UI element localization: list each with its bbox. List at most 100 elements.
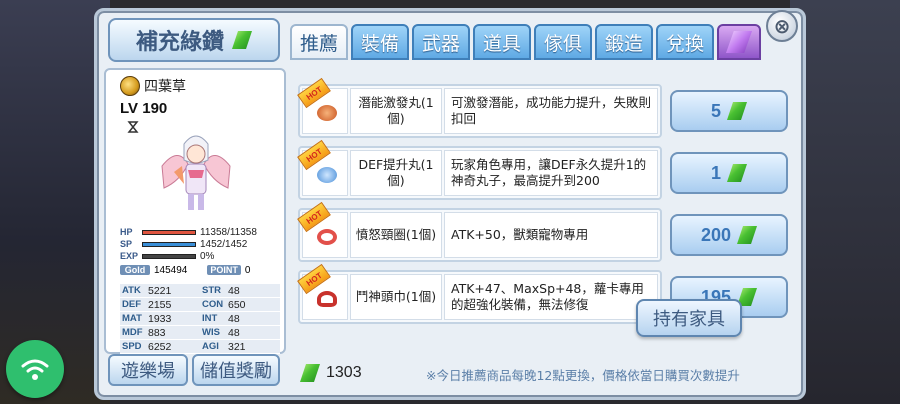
recharge-reward-button[interactable]: 儲值獎勵 — [192, 354, 280, 386]
character-level: LV 190 — [120, 100, 168, 117]
stat-value: 321 — [228, 340, 246, 353]
sp-value: 1452/1452 — [200, 238, 248, 250]
sp-label: SP — [120, 239, 133, 249]
gold-row: Gold 145494 POINT 0 — [120, 263, 282, 277]
stat-key: AGI — [202, 341, 219, 352]
character-name: 四葉草 — [144, 79, 186, 95]
product-row[interactable]: HOT DEF提升丸(1個) 玩家角色專用，讓DEF永久提升1的神奇丸子，最高提… — [297, 139, 662, 200]
hp-label: HP — [120, 227, 133, 237]
product-icon-cell: HOT — [297, 201, 348, 258]
hp-bar — [142, 229, 196, 235]
character-header: 四葉草 — [120, 76, 186, 96]
price-value: 200 — [700, 224, 732, 245]
def-pill-icon — [317, 167, 337, 183]
tab-label: 道具 — [482, 32, 521, 55]
product-row[interactable]: HOT 憤怒頸圈(1個) ATK+50，獸類寵物專用 — [297, 201, 662, 262]
owned-furniture-button[interactable]: 持有家具 — [636, 299, 742, 337]
refill-label: 補充綠鑽 — [135, 29, 224, 55]
tab-label: 鍛造 — [604, 32, 643, 55]
point-label: POINT — [207, 265, 241, 275]
stat-mdf: MDF 883 — [120, 326, 200, 340]
refresh-notice: ※今日推薦商品每晚12點更換，價格依當日購買次數提升 — [426, 368, 740, 383]
stat-str: STR 48 — [200, 284, 280, 298]
tab-equipment[interactable]: 裝備 — [351, 24, 409, 60]
price-value: 5 — [710, 100, 721, 121]
product-icon-cell: HOT — [297, 77, 348, 134]
product-description: ATK+47、MaxSp+48，蘿卡專用的超強化裝備，無法修復 — [444, 274, 658, 320]
product-row[interactable]: HOT 潛能激發丸(1個) 可激發潛能，成功能力提升，失敗則扣回 — [297, 77, 662, 138]
product-description: 可激發潛能，成功能力提升，失敗則扣回 — [444, 88, 658, 134]
balance-value: 1303 — [326, 364, 362, 381]
stat-wis: WIS 48 — [200, 326, 280, 340]
stat-value: 48 — [228, 326, 240, 339]
gem-balance: 1303 — [300, 364, 362, 382]
collar-icon — [317, 229, 337, 245]
buy-button[interactable]: 5 — [670, 90, 788, 132]
buy-button[interactable]: 200 — [670, 214, 788, 256]
hp-bar-fill — [143, 230, 195, 234]
exp-label: EXP — [120, 251, 139, 261]
close-button[interactable]: ⊗ — [766, 10, 798, 42]
guild-emblem-icon — [120, 76, 140, 96]
tab-label: 推薦 — [299, 32, 338, 55]
playground-button[interactable]: 遊樂場 — [108, 354, 188, 386]
product-name: 憤怒頸圈(1個) — [350, 212, 442, 258]
stat-con: CON 650 — [200, 298, 280, 312]
green-gem-icon — [727, 164, 747, 182]
character-sprite — [161, 135, 231, 210]
stat-value: 5221 — [148, 284, 172, 297]
product-name: 鬥神頭巾(1個) — [350, 274, 442, 320]
stat-atk: ATK 5221 — [120, 284, 200, 298]
product-icon-cell: HOT — [297, 139, 348, 196]
close-icon: ⊗ — [773, 14, 791, 38]
stat-value: 2155 — [148, 298, 172, 311]
green-gem-icon — [727, 102, 747, 120]
tab-label: 武器 — [421, 32, 460, 55]
stat-agi: AGI 321 — [200, 340, 280, 354]
buy-button[interactable]: 1 — [670, 152, 788, 194]
headband-icon — [317, 291, 337, 307]
tab-exchange[interactable]: 兌換 — [656, 24, 714, 60]
refill-gems-button[interactable]: 補充綠鑽 — [108, 18, 280, 62]
sp-row: SP 1452/1452 — [120, 238, 282, 250]
hp-value: 11358/11358 — [200, 226, 257, 238]
price-value: 1 — [710, 162, 721, 183]
hp-row: HP 11358/11358 — [120, 226, 282, 238]
stat-key: DEF — [122, 299, 141, 310]
exp-bar — [142, 253, 196, 259]
product-row[interactable]: HOT 鬥神頭巾(1個) ATK+47、MaxSp+48，蘿卡專用的超強化裝備，… — [297, 263, 662, 324]
green-gem-icon — [232, 31, 252, 49]
gold-value: 145494 — [154, 264, 188, 276]
tab-furniture[interactable]: 傢俱 — [534, 24, 592, 60]
stat-value: 48 — [228, 284, 240, 297]
point-value: 0 — [244, 264, 251, 276]
stat-value: 6252 — [148, 340, 172, 353]
stat-spd: SPD 6252 — [120, 340, 200, 354]
tab-recommend[interactable]: 推薦 — [290, 24, 348, 60]
green-gem-icon — [737, 226, 758, 244]
tab-forge[interactable]: 鍛造 — [595, 24, 653, 60]
wifi-floating-button[interactable] — [6, 340, 64, 398]
character-panel: 四葉草 LV 190 HP 11358/11358 SP 1452/1452 E… — [104, 68, 286, 354]
stat-grid: ATK 5221 STR 48 DEF 2155 CON 650 MAT 1933 INT… — [120, 284, 280, 354]
tab-label: 傢俱 — [543, 32, 582, 55]
exp-row: EXP 0% — [120, 250, 282, 262]
stat-key: ATK — [122, 285, 141, 296]
product-icon-cell: HOT — [297, 263, 348, 320]
tab-premium[interactable] — [717, 24, 761, 60]
sp-bar-fill — [143, 242, 195, 246]
class-icon — [126, 120, 140, 138]
pill-icon — [317, 105, 337, 121]
shop-tabs: 推薦 裝備 武器 道具 傢俱 鍛造 兌換 — [290, 24, 761, 60]
vitals: HP 11358/11358 SP 1452/1452 EXP 0% Gold … — [120, 226, 282, 277]
product-name: DEF提升丸(1個) — [350, 150, 442, 196]
tab-items[interactable]: 道具 — [473, 24, 531, 60]
sp-bar — [142, 241, 196, 247]
stat-mat: MAT 1933 — [120, 312, 200, 326]
stat-key: MAT — [122, 313, 142, 324]
product-name: 潛能激發丸(1個) — [350, 88, 442, 134]
tab-label: 兌換 — [665, 32, 704, 55]
stat-key: SPD — [122, 341, 142, 352]
stat-int: INT 48 — [200, 312, 280, 326]
tab-weapon[interactable]: 武器 — [412, 24, 470, 60]
